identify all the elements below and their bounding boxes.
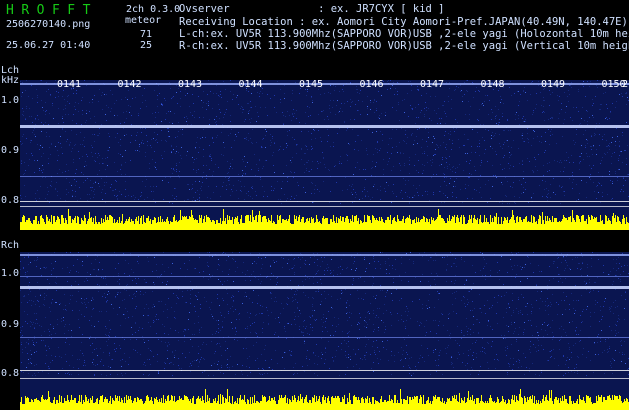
time-tick-label: 0144 — [238, 79, 263, 90]
lch-spectrogram-canvas — [20, 80, 629, 230]
time-tick-label: 0149 — [541, 79, 566, 90]
lch-info: L-ch:ex. UV5R 113.900Mhz(SAPPORO VOR)USB… — [179, 28, 629, 40]
meteor-count-lch: 71 — [140, 29, 153, 40]
carrier-line — [20, 201, 629, 202]
carrier-line — [20, 125, 629, 128]
baseline-line — [20, 378, 629, 379]
lch-unit-label: kHz — [1, 75, 20, 86]
rch-spectrogram-canvas — [20, 252, 629, 410]
rch-y-tick: 1.0 — [1, 268, 20, 279]
carrier-line — [20, 337, 629, 338]
meteor-count-rch: 25 — [140, 40, 153, 51]
lch-spectrogram — [20, 80, 629, 230]
version-label: 2ch 0.3.0 — [126, 4, 181, 15]
carrier-line — [20, 276, 629, 277]
observer-info: Ovserver : ex. JR7CYX [ kid ] — [179, 3, 445, 15]
rch-y-tick: 0.9 — [1, 319, 20, 330]
filename-label: 2506270140.png — [6, 19, 91, 30]
carrier-line — [20, 176, 629, 177]
spectrum-background — [20, 252, 629, 410]
rch-label: Rch — [1, 240, 20, 251]
spectrum-background — [20, 80, 629, 230]
lch-y-tick: 0.8 — [1, 195, 20, 206]
app-title: HROFFT — [6, 3, 98, 18]
lch-y-tick: 1.0 — [1, 95, 20, 106]
datetime-label: 25.06.27 01:40 — [6, 40, 91, 51]
time-tick-label: 0148 — [480, 79, 505, 90]
top-carrier-line — [20, 254, 629, 256]
time-tick-label: 0142 — [117, 79, 142, 90]
rch-spectrogram — [20, 252, 629, 410]
time-tick-label: 0146 — [359, 79, 384, 90]
meteor-label: meteor — [125, 15, 162, 26]
carrier-line — [20, 286, 629, 289]
location-info: Receiving Location : ex. Aomori City Aom… — [179, 16, 628, 28]
time-tick-label: 2 — [622, 79, 629, 90]
time-tick-label: 0145 — [299, 79, 324, 90]
lch-y-tick: 0.9 — [1, 145, 20, 156]
time-tick-label: 0147 — [420, 79, 445, 90]
top-carrier-line — [20, 83, 629, 85]
time-tick-label: 0143 — [178, 79, 203, 90]
rch-y-tick: 0.8 — [1, 368, 20, 379]
carrier-line — [20, 370, 629, 371]
rch-info: R-ch:ex. UV5R 113.900Mhz(SAPPORO VOR)USB… — [179, 40, 629, 52]
baseline-line — [20, 206, 629, 207]
time-tick-label: 0141 — [57, 79, 82, 90]
